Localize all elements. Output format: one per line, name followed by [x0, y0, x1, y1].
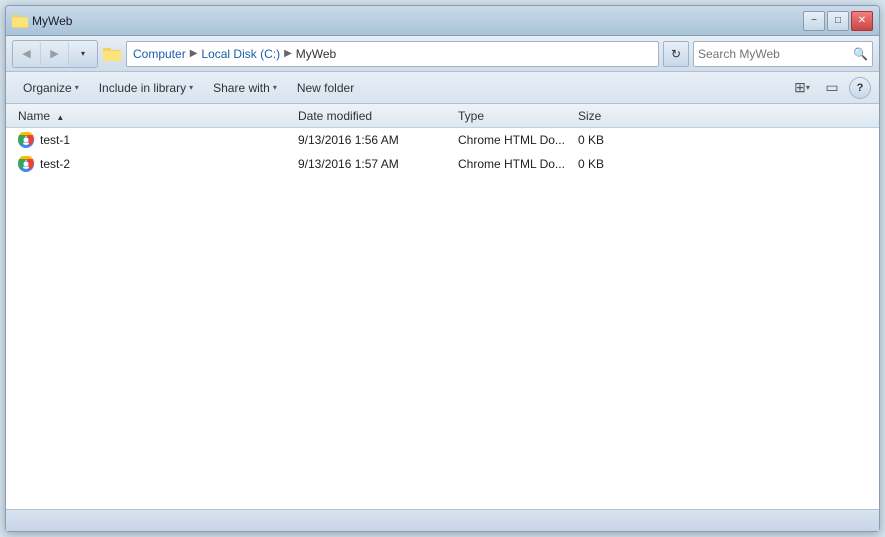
- title-bar-left: MyWeb: [12, 13, 72, 29]
- toolbar: Organize ▾ Include in library ▾ Share wi…: [6, 72, 879, 104]
- col-header-date[interactable]: Date modified: [294, 109, 454, 123]
- breadcrumb-localdisk[interactable]: Local Disk (C:): [201, 47, 280, 61]
- breadcrumb-current: MyWeb: [296, 47, 336, 61]
- back-button[interactable]: ◀: [13, 41, 41, 67]
- window-title: MyWeb: [32, 14, 72, 28]
- toolbar-right: ⊞ ▾ ▭ ?: [789, 75, 871, 101]
- new-folder-button[interactable]: New folder: [288, 75, 363, 101]
- breadcrumb-sep-2: ▶: [284, 48, 292, 59]
- search-box: 🔍: [693, 41, 873, 67]
- status-bar: [6, 509, 879, 531]
- table-row[interactable]: test-1 9/13/2016 1:56 AM Chrome HTML Do.…: [6, 128, 879, 152]
- organize-dropdown-arrow: ▾: [75, 83, 79, 92]
- file-date: 9/13/2016 1:57 AM: [294, 157, 454, 171]
- chrome-icon: [18, 156, 34, 172]
- view-options-button[interactable]: ⊞ ▾: [789, 75, 815, 101]
- include-dropdown-arrow: ▾: [189, 83, 193, 92]
- search-input[interactable]: [698, 47, 853, 61]
- title-bar-buttons: − □ ✕: [803, 11, 873, 31]
- col-header-size[interactable]: Size: [574, 109, 654, 123]
- breadcrumb-bar: Computer ▶ Local Disk (C:) ▶ MyWeb: [126, 41, 659, 67]
- name-sort-icon: ▲: [56, 113, 64, 122]
- refresh-button[interactable]: ↻: [663, 41, 689, 67]
- file-rows-container: test-1 9/13/2016 1:56 AM Chrome HTML Do.…: [6, 128, 879, 176]
- address-bar: ◀ ▶ ▾ Computer ▶ Local Disk (C:) ▶ MyWeb…: [6, 36, 879, 72]
- explorer-window: MyWeb − □ ✕ ◀ ▶ ▾ Computer: [5, 5, 880, 532]
- file-size: 0 KB: [574, 157, 654, 171]
- content-area: Name ▲ Date modified Type Size: [6, 104, 879, 509]
- file-list: Name ▲ Date modified Type Size: [6, 104, 879, 509]
- maximize-button[interactable]: □: [827, 11, 849, 31]
- nav-buttons: ◀ ▶ ▾: [12, 40, 98, 68]
- nav-dropdown-button[interactable]: ▾: [69, 41, 97, 67]
- title-bar: MyWeb − □ ✕: [6, 6, 879, 36]
- file-type: Chrome HTML Do...: [454, 157, 574, 171]
- organize-button[interactable]: Organize ▾: [14, 75, 88, 101]
- col-header-name[interactable]: Name ▲: [14, 109, 294, 123]
- table-row[interactable]: test-2 9/13/2016 1:57 AM Chrome HTML Do.…: [6, 152, 879, 176]
- col-header-type[interactable]: Type: [454, 109, 574, 123]
- breadcrumb-computer[interactable]: Computer: [133, 47, 186, 61]
- file-type: Chrome HTML Do...: [454, 133, 574, 147]
- help-button[interactable]: ?: [849, 77, 871, 99]
- file-size: 0 KB: [574, 133, 654, 147]
- share-with-button[interactable]: Share with ▾: [204, 75, 286, 101]
- close-button[interactable]: ✕: [851, 11, 873, 31]
- file-name: test-1: [14, 132, 294, 148]
- preview-pane-button[interactable]: ▭: [819, 75, 845, 101]
- folder-title-icon: [12, 13, 28, 29]
- minimize-button[interactable]: −: [803, 11, 825, 31]
- search-button[interactable]: 🔍: [853, 44, 868, 64]
- include-library-button[interactable]: Include in library ▾: [90, 75, 202, 101]
- chrome-icon: [18, 132, 34, 148]
- forward-button[interactable]: ▶: [41, 41, 69, 67]
- file-date: 9/13/2016 1:56 AM: [294, 133, 454, 147]
- file-name: test-2: [14, 156, 294, 172]
- location-folder-icon: [102, 44, 122, 64]
- column-headers: Name ▲ Date modified Type Size: [6, 104, 879, 128]
- breadcrumb-sep-1: ▶: [190, 48, 198, 59]
- share-dropdown-arrow: ▾: [273, 83, 277, 92]
